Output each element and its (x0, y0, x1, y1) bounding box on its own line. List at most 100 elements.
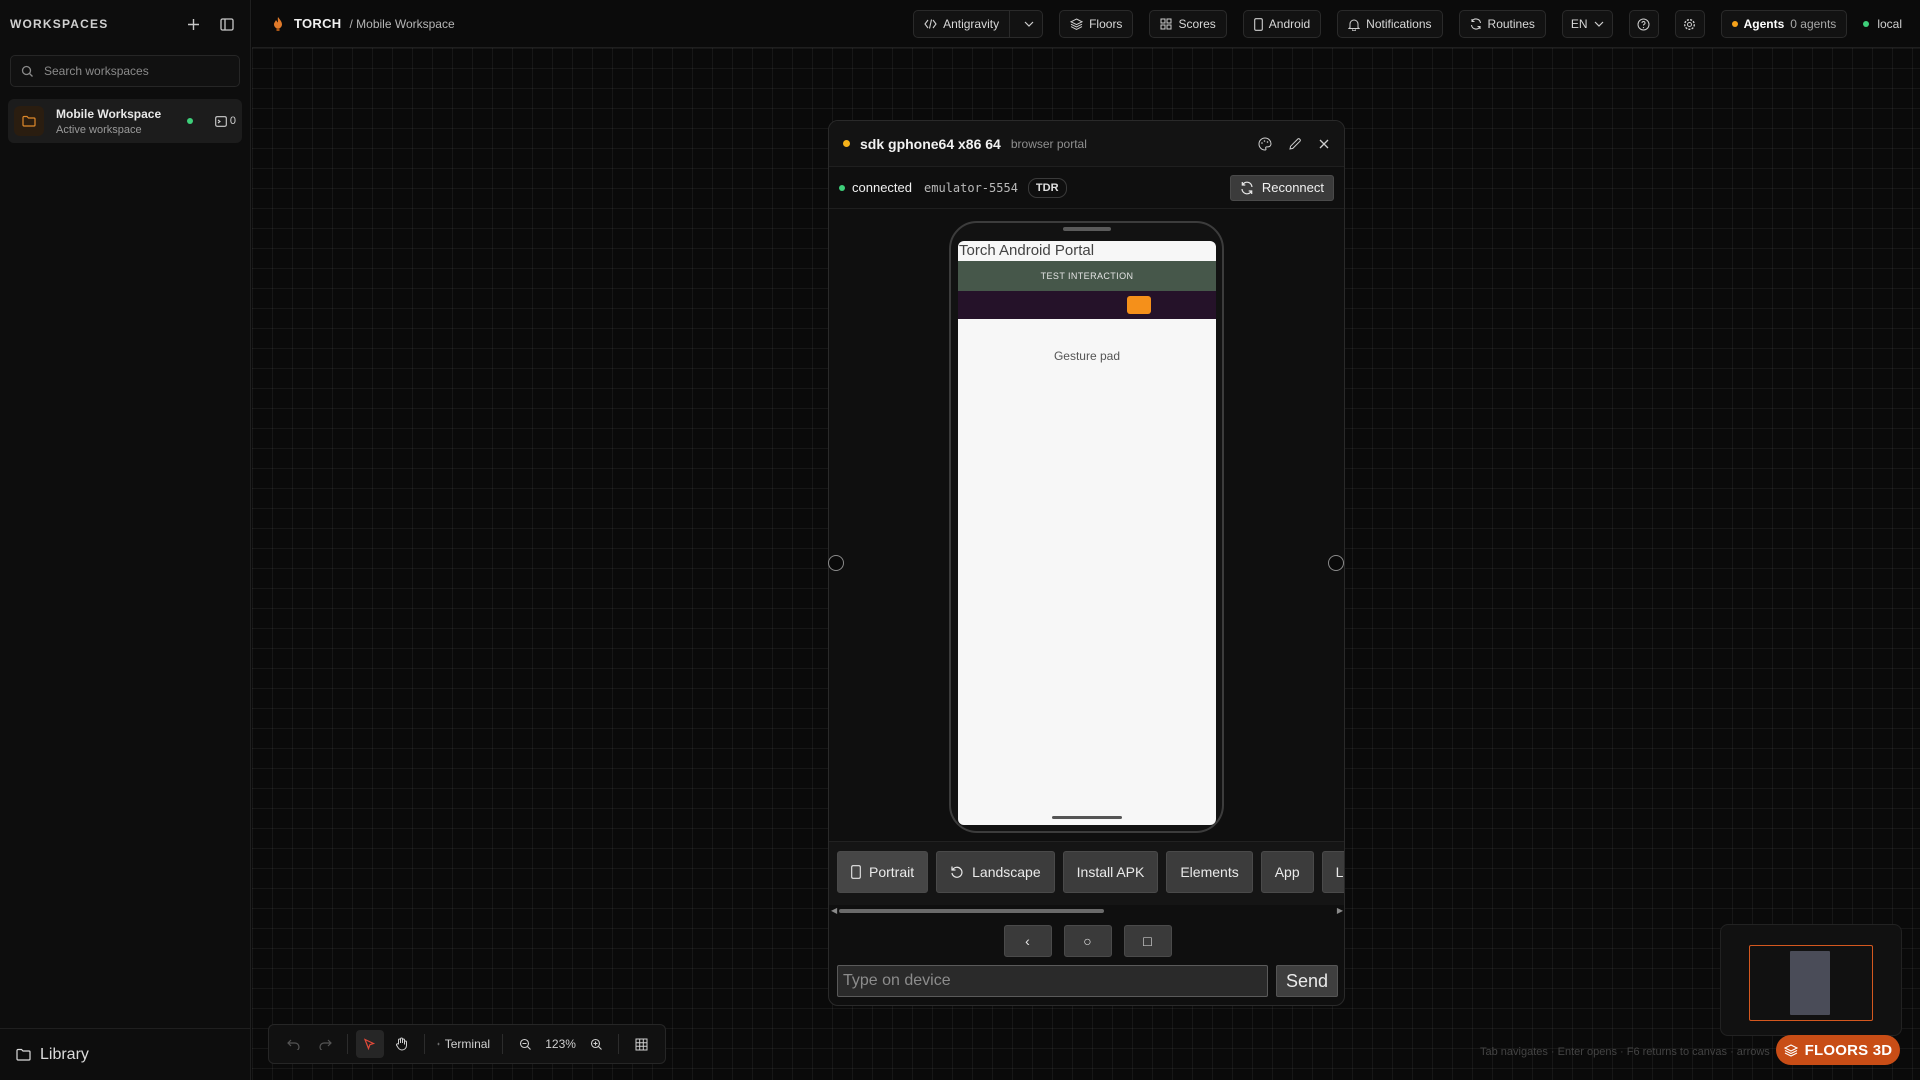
app-toolbar (958, 291, 1216, 319)
phone-icon (1253, 17, 1263, 31)
brand-name: TORCH (294, 16, 342, 31)
type-on-device-input[interactable] (837, 965, 1268, 997)
workspace-item-mobile[interactable]: Mobile Workspace Active workspace 0 (8, 99, 242, 143)
rotate-icon (951, 866, 963, 878)
layers-icon (1783, 1043, 1798, 1057)
settings-button[interactable] (1674, 10, 1705, 38)
plus-icon (436, 1042, 440, 1046)
android-button[interactable]: Android (1242, 10, 1322, 38)
refresh-icon (1241, 181, 1253, 194)
orange-action-button[interactable] (1127, 296, 1151, 314)
recents-button[interactable]: □ (1123, 925, 1172, 957)
scores-label: Scores (1178, 17, 1216, 31)
antigravity-dropdown[interactable] (1016, 11, 1042, 37)
zoom-level[interactable]: 123% (543, 1030, 578, 1058)
minimap-viewport[interactable] (1749, 945, 1873, 1021)
agents-button[interactable]: Agents 0 agents (1720, 10, 1848, 38)
sidebar-toggle-icon (220, 17, 234, 31)
workspaces-sidebar: WORKSPACES Search workspaces Mobile Work… (0, 0, 251, 1080)
agents-status-dot (1731, 21, 1738, 27)
torch-logo-icon (274, 16, 282, 31)
landscape-button[interactable]: Landscape (936, 851, 1055, 893)
back-button[interactable]: ‹ (1003, 925, 1052, 957)
cursor-icon (364, 1037, 376, 1050)
portrait-button[interactable]: Portrait (837, 851, 929, 893)
scores-button[interactable]: Scores (1149, 10, 1227, 38)
canvas-minimap[interactable] (1720, 924, 1902, 1036)
code-icon (924, 19, 937, 29)
toolbar-divider (423, 1034, 425, 1054)
edit-button[interactable] (1288, 137, 1302, 151)
library-button[interactable]: Library (0, 1028, 251, 1080)
search-icon (21, 65, 33, 77)
scroll-right-arrow[interactable]: ▶ (1337, 906, 1343, 915)
language-select[interactable]: EN (1561, 10, 1613, 38)
notifications-button[interactable]: Notifications (1337, 10, 1443, 38)
help-button[interactable] (1628, 10, 1659, 38)
connection-status: connected (852, 180, 912, 195)
android-device-window[interactable]: sdk gphone64 x86 64 browser portal conne… (828, 120, 1345, 1006)
connected-dot (839, 184, 845, 191)
refresh-icon (1470, 18, 1481, 30)
device-title: sdk gphone64 x86 64 (860, 135, 1001, 152)
gesture-pad-label[interactable]: Gesture pad (958, 349, 1216, 363)
send-button[interactable]: Send (1276, 965, 1338, 997)
palette-button[interactable] (1258, 136, 1272, 151)
grid-toggle-button[interactable] (627, 1030, 655, 1058)
home-button[interactable]: ○ (1063, 925, 1112, 957)
zoom-in-button[interactable] (582, 1030, 610, 1058)
device-screen[interactable]: Torch Android Portal TEST INTERACTION Ge… (958, 241, 1216, 825)
redo-button[interactable] (311, 1030, 339, 1058)
device-window-header[interactable]: sdk gphone64 x86 64 browser portal (829, 121, 1344, 167)
antigravity-label: Antigravity (943, 17, 1000, 31)
workspace-search[interactable]: Search workspaces (10, 55, 240, 87)
install-apk-button[interactable]: Install APK (1062, 851, 1159, 893)
plus-icon (187, 18, 199, 30)
canvas-toolbar: Terminal 123% (268, 1024, 666, 1064)
reconnect-button[interactable]: Reconnect (1229, 174, 1334, 201)
pan-tool-button[interactable] (388, 1030, 416, 1058)
select-tool-button[interactable] (355, 1030, 384, 1058)
app-button[interactable]: App (1260, 851, 1314, 893)
workspace-text: Mobile Workspace Active workspace (56, 107, 187, 136)
antigravity-split-button: Antigravity (913, 10, 1044, 38)
collapse-sidebar-button[interactable] (214, 11, 240, 37)
close-button[interactable] (1318, 138, 1330, 150)
android-nav-buttons: ‹ ○ □ (829, 925, 1344, 957)
elements-button[interactable]: Elements (1166, 851, 1253, 893)
runtime-status-dot (1863, 21, 1870, 27)
device-serial: emulator-5554 (924, 180, 1018, 195)
undo-button[interactable] (279, 1030, 307, 1058)
brand[interactable]: TORCH / Mobile Workspace (272, 16, 455, 32)
notifications-label: Notifications (1366, 17, 1432, 31)
zoom-out-button[interactable] (511, 1030, 539, 1058)
redo-icon (318, 1039, 332, 1050)
test-interaction-button[interactable]: TEST INTERACTION (958, 261, 1216, 291)
antigravity-button[interactable]: Antigravity (914, 11, 1011, 37)
portrait-label: Portrait (869, 864, 915, 880)
landscape-label: Landscape (972, 864, 1041, 880)
add-workspace-button[interactable] (180, 11, 206, 37)
chevron-down-icon (1024, 21, 1034, 27)
floors-button[interactable]: Floors (1059, 10, 1134, 38)
mode-strip-scrollbar[interactable]: ◀ ▶ (829, 905, 1344, 917)
chevron-down-icon (1594, 21, 1604, 27)
agents-label: Agents (1743, 17, 1785, 31)
runtime-status: local (1863, 17, 1902, 31)
add-terminal-button[interactable]: Terminal (433, 1030, 494, 1058)
agents-count: 0 agents (1790, 17, 1837, 31)
active-status-dot (186, 118, 193, 124)
folder-icon (14, 106, 44, 136)
routines-button[interactable]: Routines (1458, 10, 1546, 38)
undo-icon (286, 1039, 300, 1050)
device-connection-bar: connected emulator-5554 TDR Reconnect (829, 167, 1344, 209)
workspace-subtitle: Active workspace (56, 123, 142, 136)
resize-handle-left[interactable] (828, 555, 844, 571)
breadcrumb: / Mobile Workspace (349, 16, 455, 31)
scroll-thumb[interactable] (839, 909, 1104, 913)
scroll-left-arrow[interactable]: ◀ (831, 906, 837, 915)
tdr-badge: TDR (1027, 177, 1067, 198)
floors-3d-button[interactable]: FLOORS 3D (1776, 1035, 1900, 1065)
resize-handle-right[interactable] (1328, 555, 1344, 571)
logs-button[interactable]: Logs (1321, 851, 1344, 893)
